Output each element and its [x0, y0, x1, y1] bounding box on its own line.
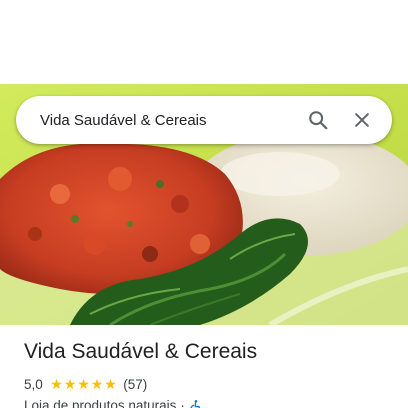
- star-icon: ★: [104, 376, 117, 392]
- star-icon: ★: [90, 376, 104, 392]
- rating-row[interactable]: 5,0 ★ ★ ★ ★ ★ (57): [24, 375, 394, 393]
- place-info-panel: Vida Saudável & Cereais 5,0 ★ ★ ★ ★ ★ (5…: [24, 338, 394, 408]
- place-title: Vida Saudável & Cereais: [24, 340, 258, 363]
- separator: ·: [180, 398, 185, 408]
- star-icon: ★: [50, 376, 63, 392]
- top-blank-area: [0, 0, 408, 84]
- wheelchair-icon: [189, 399, 203, 408]
- star-icon: ★: [77, 376, 90, 392]
- place-category: Loja de produtos naturais: [24, 398, 177, 408]
- search-bar[interactable]: Vida Saudável & Cereais: [16, 96, 392, 144]
- search-query-text[interactable]: Vida Saudável & Cereais: [40, 112, 290, 129]
- review-count[interactable]: (57): [123, 377, 147, 392]
- close-icon[interactable]: [346, 104, 378, 136]
- category-row: Loja de produtos naturais ·: [24, 398, 394, 408]
- place-detail-screen: Vida Saudável & Cereais Vida Saudável & …: [0, 0, 408, 408]
- rating-value: 5,0: [24, 376, 43, 392]
- search-icon[interactable]: [302, 104, 334, 136]
- star-icon: ★: [63, 376, 77, 392]
- star-rating: ★ ★ ★ ★ ★: [50, 377, 118, 391]
